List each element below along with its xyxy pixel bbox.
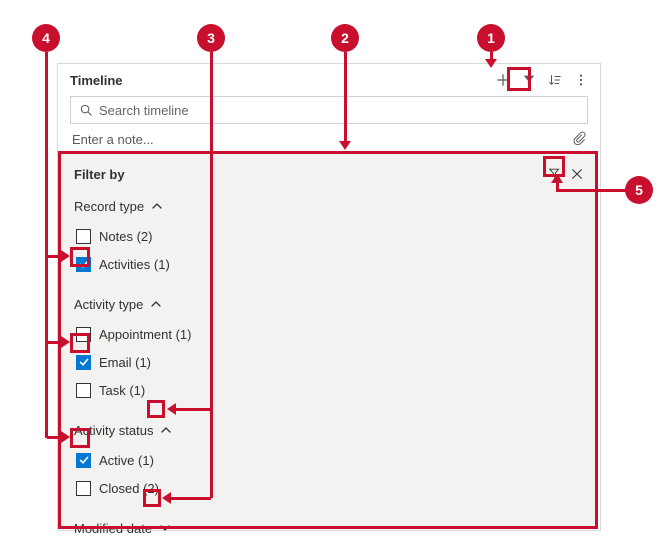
option-appointment[interactable]: Appointment (1): [76, 320, 588, 348]
chevron-down-icon: [158, 521, 172, 535]
option-label: Notes (2): [99, 229, 152, 244]
option-label: Activities (1): [99, 257, 170, 272]
section-header-modified-date[interactable]: Modified date: [74, 518, 588, 538]
search-icon: [79, 103, 93, 117]
annotation-badge-3: 3: [197, 24, 225, 52]
annotation-badge-2: 2: [331, 24, 359, 52]
timeline-title: Timeline: [70, 73, 488, 88]
option-active[interactable]: Active (1): [76, 446, 588, 474]
section-label: Activity status: [74, 423, 153, 438]
checkbox-checked-icon: [76, 355, 91, 370]
close-icon: [570, 167, 584, 181]
chevron-up-icon: [150, 199, 164, 213]
sort-button[interactable]: [544, 69, 566, 91]
annotation-badge-4: 4: [32, 24, 60, 52]
more-vertical-icon: [574, 73, 588, 87]
note-input[interactable]: Enter a note...: [72, 132, 154, 147]
section-record-type: Record type Notes (2) Activities (1): [74, 196, 588, 278]
search-input[interactable]: Search timeline: [70, 96, 588, 124]
option-task[interactable]: Task (1): [76, 376, 588, 404]
filter-panel: Filter by Record type: [60, 153, 598, 527]
search-placeholder: Search timeline: [99, 103, 189, 118]
option-label: Task (1): [99, 383, 145, 398]
option-closed[interactable]: Closed (2): [76, 474, 588, 502]
section-activity-type: Activity type Appointment (1) Email (1): [74, 294, 588, 404]
option-label: Closed (2): [99, 481, 159, 496]
section-label: Record type: [74, 199, 144, 214]
attachment-button[interactable]: [572, 131, 586, 148]
section-modified-date: Modified date: [74, 518, 588, 538]
chevron-up-icon: [159, 423, 173, 437]
option-label: Active (1): [99, 453, 154, 468]
timeline-card: Timeline Search timeli: [57, 63, 601, 531]
paperclip-icon: [572, 131, 586, 145]
add-record-button[interactable]: [492, 69, 514, 91]
sort-icon: [548, 73, 562, 87]
option-label: Email (1): [99, 355, 151, 370]
section-activity-status: Activity status Active (1) Closed (2): [74, 420, 588, 502]
option-label: Appointment (1): [99, 327, 192, 342]
checkbox-icon: [76, 481, 91, 496]
more-commands-button[interactable]: [570, 69, 592, 91]
option-notes[interactable]: Notes (2): [76, 222, 588, 250]
chevron-up-icon: [149, 297, 163, 311]
checkbox-checked-icon: [76, 257, 91, 272]
section-header-record-type[interactable]: Record type: [74, 196, 588, 216]
option-activities[interactable]: Activities (1): [76, 250, 588, 278]
option-email[interactable]: Email (1): [76, 348, 588, 376]
checkbox-icon: [76, 229, 91, 244]
section-header-activity-status[interactable]: Activity status: [74, 420, 588, 440]
filter-title: Filter by: [74, 167, 125, 182]
section-label: Modified date: [74, 521, 152, 536]
annotation-badge-5: 5: [625, 176, 653, 204]
filter-button[interactable]: [518, 69, 540, 91]
section-header-activity-type[interactable]: Activity type: [74, 294, 588, 314]
section-label: Activity type: [74, 297, 143, 312]
close-filter-button[interactable]: [566, 163, 588, 185]
checkbox-icon: [76, 327, 91, 342]
annotation-badge-1: 1: [477, 24, 505, 52]
checkbox-checked-icon: [76, 453, 91, 468]
plus-icon: [496, 73, 510, 87]
filter-icon: [522, 73, 536, 87]
checkbox-icon: [76, 383, 91, 398]
